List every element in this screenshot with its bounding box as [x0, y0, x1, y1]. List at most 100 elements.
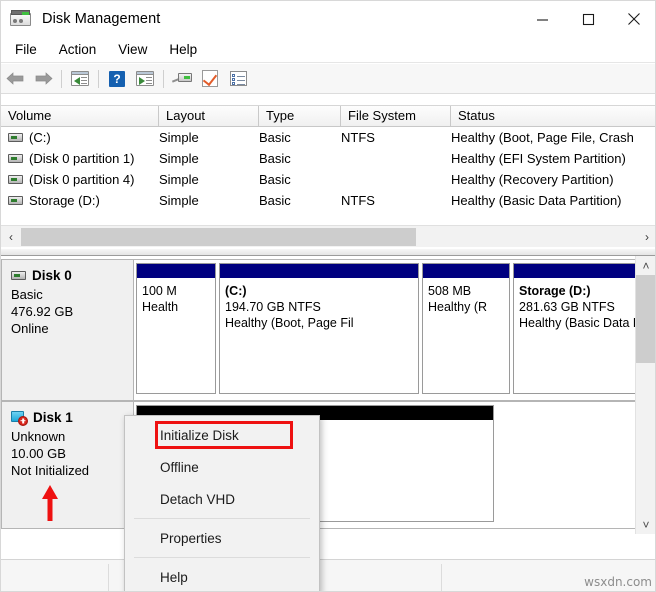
column-header-file-system[interactable]: File System [341, 106, 451, 126]
partition-status: Healthy (Boot, Page Fil [225, 315, 418, 331]
column-header-type[interactable]: Type [259, 106, 341, 126]
drive-icon [8, 175, 23, 184]
pane-splitter[interactable] [1, 248, 656, 256]
disk-0-size: 476.92 GB [11, 303, 133, 320]
context-menu-item-properties[interactable]: Properties [125, 522, 319, 554]
cell-type: Basic [259, 130, 341, 145]
table-row[interactable]: (Disk 0 partition 4) Simple Basic Health… [1, 169, 656, 190]
context-menu: Initialize Disk Offline Detach VHD Prope… [124, 415, 320, 592]
back-icon[interactable] [1, 66, 29, 92]
hscroll-track[interactable] [21, 226, 637, 248]
disk-management-icon [10, 10, 32, 28]
title-bar: Disk Management [1, 1, 656, 37]
context-menu-item-help[interactable]: Help [125, 561, 319, 592]
menu-action[interactable]: Action [48, 39, 108, 60]
show-hide-console-tree-icon[interactable] [66, 66, 94, 92]
show-hide-action-pane-icon[interactable] [131, 66, 159, 92]
table-row[interactable]: (C:) Simple Basic NTFS Healthy (Boot, Pa… [1, 127, 656, 148]
context-menu-item-detach-vhd[interactable]: Detach VHD [125, 483, 319, 515]
cell-file-system: NTFS [341, 193, 451, 208]
vscroll-thumb[interactable] [636, 275, 656, 363]
disk-1-title: Disk 1 [11, 410, 133, 425]
basic-disk-icon [11, 271, 26, 280]
partition-status: Healthy (R [428, 299, 509, 315]
cell-status: Healthy (EFI System Partition) [451, 151, 656, 166]
drive-icon [8, 196, 23, 205]
maximize-button[interactable] [565, 1, 611, 37]
cell-volume: (Disk 0 partition 1) [29, 151, 134, 166]
status-bar: wsxdn.com [1, 559, 656, 591]
context-menu-separator [134, 557, 310, 558]
minimize-button[interactable] [519, 1, 565, 37]
table-row[interactable]: (Disk 0 partition 1) Simple Basic Health… [1, 148, 656, 169]
cell-type: Basic [259, 151, 341, 166]
cell-type: Basic [259, 193, 341, 208]
watermark: wsxdn.com [584, 575, 652, 589]
rescan-disks-icon[interactable] [168, 66, 196, 92]
window-title: Disk Management [42, 11, 160, 27]
scroll-left-icon[interactable]: ‹ [1, 226, 21, 248]
menu-bar: File Action View Help [1, 37, 656, 63]
partition-color-bar [137, 264, 215, 278]
properties-icon[interactable] [196, 66, 224, 92]
column-header-status[interactable]: Status [451, 106, 656, 126]
partition-efi[interactable]: 100 M Health [136, 263, 216, 394]
partition-label: (C:) [225, 283, 418, 299]
cell-volume: (Disk 0 partition 4) [29, 172, 134, 187]
window-controls [519, 1, 656, 37]
scroll-right-icon[interactable]: › [637, 226, 656, 248]
menu-view[interactable]: View [107, 39, 158, 60]
table-row[interactable]: Storage (D:) Simple Basic NTFS Healthy (… [1, 190, 656, 211]
status-bar-separator [108, 564, 109, 591]
toolbar-separator [98, 70, 99, 88]
disk-0-info[interactable]: Disk 0 Basic 476.92 GB Online [1, 259, 134, 401]
cell-file-system: NTFS [341, 130, 451, 145]
all-tasks-icon[interactable] [224, 66, 252, 92]
partition-status: Health [142, 299, 215, 315]
disk-0-state: Online [11, 320, 133, 337]
graphical-view-vertical-scrollbar[interactable]: ˄ ˅ [635, 256, 655, 534]
close-button[interactable] [611, 1, 656, 37]
disk-0-title: Disk 0 [11, 268, 133, 283]
graphical-view: Disk 0 Basic 476.92 GB Online 100 M Heal… [1, 256, 656, 534]
partition-size: 100 M [142, 283, 215, 299]
partition-recovery[interactable]: 508 MB Healthy (R [422, 263, 510, 394]
menu-file[interactable]: File [4, 39, 48, 60]
column-header-layout[interactable]: Layout [159, 106, 259, 126]
scroll-up-icon[interactable]: ˄ [636, 256, 656, 275]
cell-status: Healthy (Basic Data Partition) [451, 193, 656, 208]
forward-icon[interactable] [29, 66, 57, 92]
status-bar-separator [441, 564, 442, 591]
context-menu-item-initialize-disk[interactable]: Initialize Disk [125, 419, 319, 451]
hscroll-thumb[interactable] [21, 228, 416, 246]
disk-0-type: Basic [11, 286, 133, 303]
context-menu-item-offline[interactable]: Offline [125, 451, 319, 483]
disk-0-partitions: 100 M Health (C:) 194.70 GB NTFS Healthy… [134, 259, 656, 401]
partition-c-drive[interactable]: (C:) 194.70 GB NTFS Healthy (Boot, Page … [219, 263, 419, 394]
disk-1-type: Unknown [11, 428, 133, 445]
drive-icon [8, 133, 23, 142]
disk-row-disk-0[interactable]: Disk 0 Basic 476.92 GB Online 100 M Heal… [1, 259, 637, 401]
disk-management-window: Disk Management File Action View Help [0, 0, 656, 592]
cell-layout: Simple [159, 172, 259, 187]
disk-0-name: Disk 0 [32, 268, 72, 283]
disk-1-name: Disk 1 [33, 410, 73, 425]
partition-size: 508 MB [428, 283, 509, 299]
disk-1-state: Not Initialized [11, 462, 133, 479]
help-icon[interactable]: ? [103, 66, 131, 92]
partition-size: 194.70 GB NTFS [225, 299, 418, 315]
toolbar-separator [163, 70, 164, 88]
disk-1-info[interactable]: Disk 1 Unknown 10.00 GB Not Initialized [1, 401, 134, 529]
cell-layout: Simple [159, 130, 259, 145]
volume-list-horizontal-scrollbar[interactable]: ‹ › [1, 225, 656, 247]
disk-1-size: 10.00 GB [11, 445, 133, 462]
cell-volume: Storage (D:) [29, 193, 100, 208]
column-header-volume[interactable]: Volume [1, 106, 159, 126]
scroll-down-icon[interactable]: ˅ [636, 515, 656, 534]
cell-status: Healthy (Boot, Page File, Crash [451, 130, 656, 145]
vscroll-track[interactable] [636, 275, 656, 515]
red-up-arrow [41, 485, 59, 521]
cell-layout: Simple [159, 151, 259, 166]
menu-help[interactable]: Help [158, 39, 208, 60]
cell-layout: Simple [159, 193, 259, 208]
